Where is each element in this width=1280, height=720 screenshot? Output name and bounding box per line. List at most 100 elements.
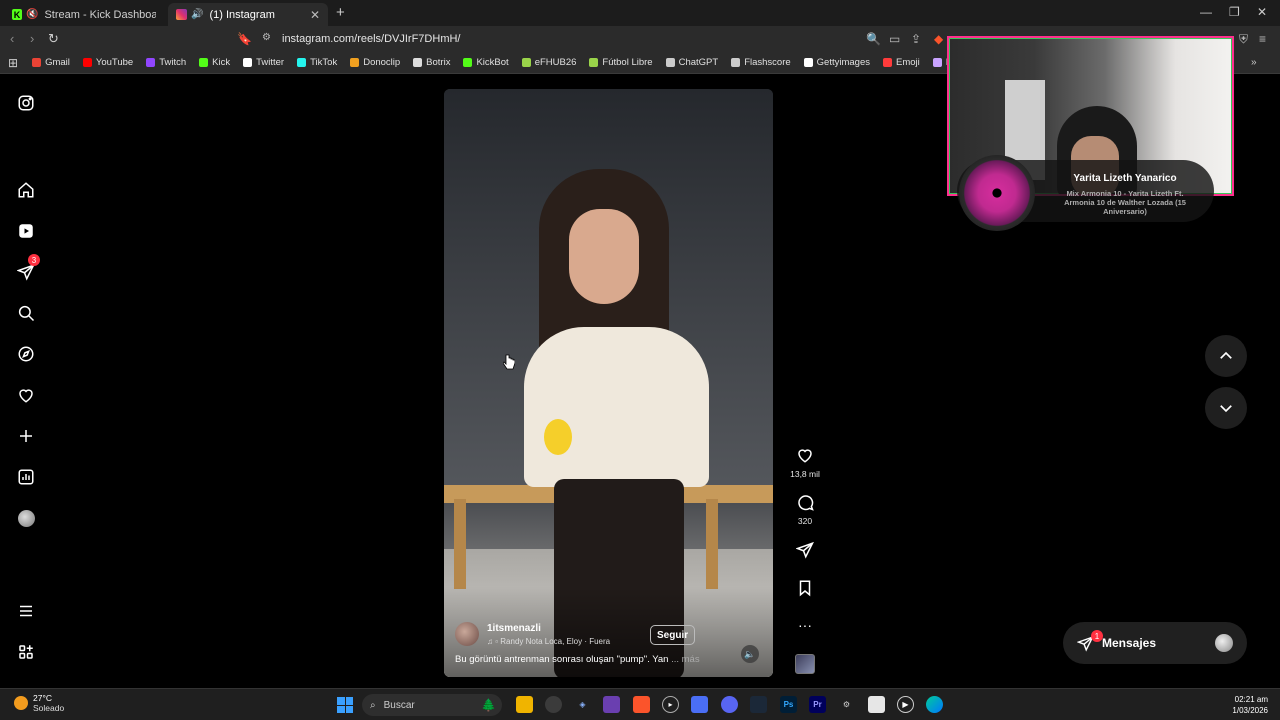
bookmark-favicon-icon [803,58,813,67]
cast-icon[interactable]: ▭ [889,32,900,46]
also-from-meta-icon[interactable] [14,640,38,664]
bookmark-kick[interactable]: Kick [199,57,230,68]
premiere-icon[interactable]: Pr [809,696,826,713]
forward-icon[interactable]: › [30,31,34,46]
back-icon[interactable]: ‹ [10,31,14,46]
dashboard-chart-icon[interactable] [14,465,38,489]
notepad-icon[interactable] [868,696,885,713]
url-field[interactable]: ⚙ instagram.com/reels/DVJIrF7DHmH/ [254,29,954,49]
menu-icon[interactable]: ≡ [1259,32,1266,46]
bookmark-favicon-icon [521,58,531,67]
messages-button[interactable]: 1 Mensajes [1063,622,1247,664]
bookmark-icon[interactable]: 🔖 [237,32,252,46]
calculator-icon[interactable] [691,696,708,713]
avatar[interactable] [455,622,479,646]
more-menu-icon[interactable] [14,599,38,623]
bookmark-gettyimages[interactable]: Gettyimages [803,57,870,68]
close-icon[interactable]: ✕ [310,8,320,22]
caption-more-link[interactable]: ... más [671,654,700,665]
hand-cursor-icon [503,354,515,370]
settings-icon[interactable]: ⚙ [838,696,855,713]
brave-browser-icon[interactable] [633,696,650,713]
next-reel-button[interactable] [1205,387,1247,429]
bookmark-icon [799,580,811,597]
window-close-button[interactable]: ✕ [1257,5,1267,19]
media-player-icon[interactable]: ▸ [662,696,679,713]
follow-button[interactable]: Seguir [650,625,696,645]
bookmark-kickbot[interactable]: KickBot [463,57,509,68]
share-icon[interactable]: ⇪ [911,32,921,46]
obs-icon[interactable] [545,696,562,713]
direct-messages-icon[interactable]: 3 [14,254,40,284]
ellipsis-icon: ··· [798,617,812,633]
reel-author[interactable]: 1itsmenazli ♫ ▫ Randy Nota Loca, Eloy · … [455,622,610,646]
author-username[interactable]: 1itsmenazli [487,623,610,634]
app-icon[interactable] [603,696,620,713]
bookmark-label: Twitch [159,57,187,68]
bookmark-flashscore[interactable]: Flashscore [731,57,791,68]
bookmark-label: TikTok [310,57,338,68]
share-button[interactable] [788,541,822,562]
muted-speaker-icon: 🔇 [25,9,39,20]
messages-label: Mensajes [1102,636,1157,650]
save-button[interactable] [788,579,822,600]
comment-button[interactable]: 320 [788,493,822,526]
instagram-logo-icon[interactable] [14,91,38,115]
bookmark-emoji[interactable]: Emoji [882,57,920,68]
bookmark-botrix[interactable]: Botrix [413,57,450,68]
bookmark-f-tbol-libre[interactable]: Fútbol Libre [589,57,653,68]
bookmark-chatgpt[interactable]: ChatGPT [665,57,718,68]
bookmark-gmail[interactable]: Gmail [32,57,70,68]
notifications-heart-icon[interactable] [14,383,38,407]
reload-icon[interactable]: ↻ [48,31,59,47]
system-clock[interactable]: 02:21 am 1/03/2026 [1232,694,1268,716]
audio-thumbnail [795,654,815,674]
bookmarks-overflow-icon[interactable]: » [1251,57,1257,68]
app-icon[interactable]: ◈ [574,696,591,713]
zoom-icon[interactable]: 🔍 [866,32,881,46]
create-plus-icon[interactable] [14,424,38,448]
brave-shield-icon[interactable]: ◆ [934,32,943,46]
tab-kick-dashboard[interactable]: K 🔇 Stream - Kick Dashboard [4,3,164,26]
search-placeholder: Buscar [383,699,415,711]
bookmark-donoclip[interactable]: Donoclip [350,57,400,68]
vpn-icon[interactable]: ⛨ [1239,32,1248,47]
restore-button[interactable]: ❐ [1229,5,1240,19]
weather-widget[interactable]: 27°C Soleado [14,693,64,713]
explore-icon[interactable] [14,342,38,366]
like-button[interactable]: 13,8 mil [788,446,822,479]
more-options-button[interactable]: ··· [788,617,822,633]
photoshop-icon[interactable]: Ps [780,696,797,713]
bookmark-tiktok[interactable]: TikTok [297,57,337,68]
search-icon[interactable] [14,301,38,325]
reel-video[interactable]: 1itsmenazli ♫ ▫ Randy Nota Loca, Eloy · … [444,89,773,677]
bookmark-youtube[interactable]: YouTube [82,57,133,68]
file-explorer-icon[interactable] [516,696,533,713]
reel-audio[interactable]: ♫ ▫ Randy Nota Loca, Eloy · Fuera [487,637,610,646]
new-tab-button[interactable]: + [336,4,345,21]
apps-grid-icon[interactable]: ⊞ [8,56,18,70]
tab-instagram[interactable]: 🔊 (1) Instagram ✕ [168,3,328,26]
minimize-button[interactable]: — [1200,5,1212,19]
audio-page-button[interactable] [788,654,822,674]
play-icon[interactable]: ▶ [897,696,914,713]
start-button[interactable] [337,697,353,713]
bookmark-twitch[interactable]: Twitch [146,57,186,68]
steam-icon[interactable] [750,696,767,713]
previous-reel-button[interactable] [1205,335,1247,377]
bookmark-twitter[interactable]: Twitter [243,57,284,68]
weather-temperature: 27°C [33,693,52,703]
bookmark-label: KickBot [476,57,509,68]
reels-icon[interactable] [14,219,38,243]
taskbar-search[interactable]: ⌕ Buscar 🌲 [362,694,502,716]
profile-avatar[interactable] [14,506,38,530]
discord-icon[interactable] [721,696,738,713]
home-icon[interactable] [14,178,38,202]
bookmark-favicon-icon [243,58,253,67]
bookmark-efhub26[interactable]: eFHUB26 [521,57,576,68]
bookmark-label: Gmail [45,57,70,68]
edge-icon[interactable] [926,696,943,713]
site-settings-icon[interactable]: ⚙ [262,32,271,43]
heart-icon [798,449,812,463]
mute-button[interactable]: 🔈 [741,645,759,663]
